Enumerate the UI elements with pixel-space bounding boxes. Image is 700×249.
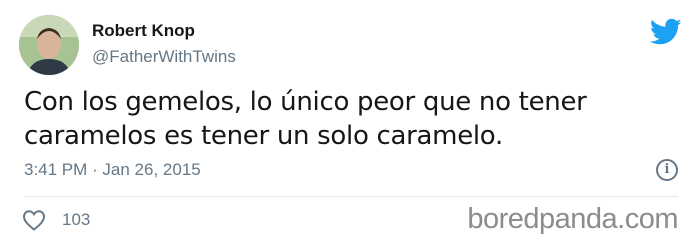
avatar[interactable] (19, 15, 79, 75)
divider (24, 196, 678, 197)
watermark: boredpanda.com (467, 203, 678, 235)
author-block[interactable]: Robert Knop @FatherWithTwins (92, 21, 236, 67)
like-count: 103 (62, 210, 91, 229)
avatar-photo (19, 15, 79, 75)
tweet-timestamp[interactable]: 3:41 PM · Jan 26, 2015 (24, 159, 201, 181)
info-icon[interactable]: i (656, 159, 678, 181)
tweet-text-line-2: caramelos es tener un solo caramelo. (24, 121, 503, 151)
tweet-text: Con los gemelos, lo único peor que no te… (24, 85, 664, 153)
author-display-name[interactable]: Robert Knop (92, 21, 236, 41)
like-button[interactable]: 103 (22, 209, 90, 231)
heart-icon (22, 210, 46, 231)
author-handle[interactable]: @FatherWithTwins (92, 47, 236, 67)
tweet-text-line-1: Con los gemelos, lo único peor que no te… (24, 87, 587, 117)
twitter-bird-icon[interactable] (649, 18, 682, 46)
